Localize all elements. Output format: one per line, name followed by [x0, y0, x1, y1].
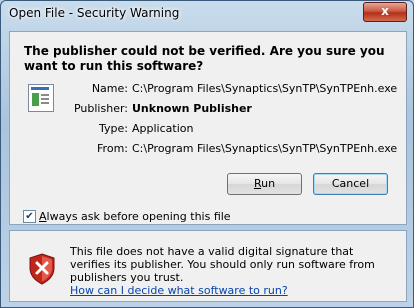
warning-text: This file does not have a valid digital … [70, 245, 375, 284]
type-value: Application [132, 122, 194, 135]
name-value: C:\Program Files\Synaptics\SynTP\SynTPEn… [132, 82, 398, 95]
close-button[interactable]: x [363, 2, 407, 22]
warning-message: This file does not have a valid digital … [70, 245, 395, 297]
application-file-icon [28, 84, 54, 112]
run-label-rest: un [261, 177, 276, 190]
security-warning-dialog: Open File - Security Warning x The publi… [0, 0, 414, 308]
cancel-button[interactable]: Cancel [313, 173, 388, 195]
run-button[interactable]: Run [227, 173, 302, 195]
from-value: C:\Program Files\Synaptics\SynTP\SynTPEn… [132, 142, 398, 155]
headline: The publisher could not be verified. Are… [24, 44, 385, 73]
type-label: Type: [99, 122, 128, 135]
name-label: Name: [91, 82, 128, 95]
always-ask-checkbox[interactable]: ✔ [23, 210, 36, 223]
title-bar[interactable]: Open File - Security Warning x [1, 1, 413, 27]
security-shield-error-icon [29, 253, 55, 285]
always-ask-label: Always ask before opening this file [39, 210, 231, 223]
dialog-content: The publisher could not be verified. Are… [9, 31, 407, 225]
from-label: From: [97, 142, 128, 155]
window-title: Open File - Security Warning [9, 6, 180, 20]
publisher-value: Unknown Publisher [132, 102, 252, 115]
help-link[interactable]: How can I decide what software to run? [70, 284, 288, 297]
warning-panel: This file does not have a valid digital … [9, 230, 407, 302]
publisher-label: Publisher: [73, 102, 128, 115]
